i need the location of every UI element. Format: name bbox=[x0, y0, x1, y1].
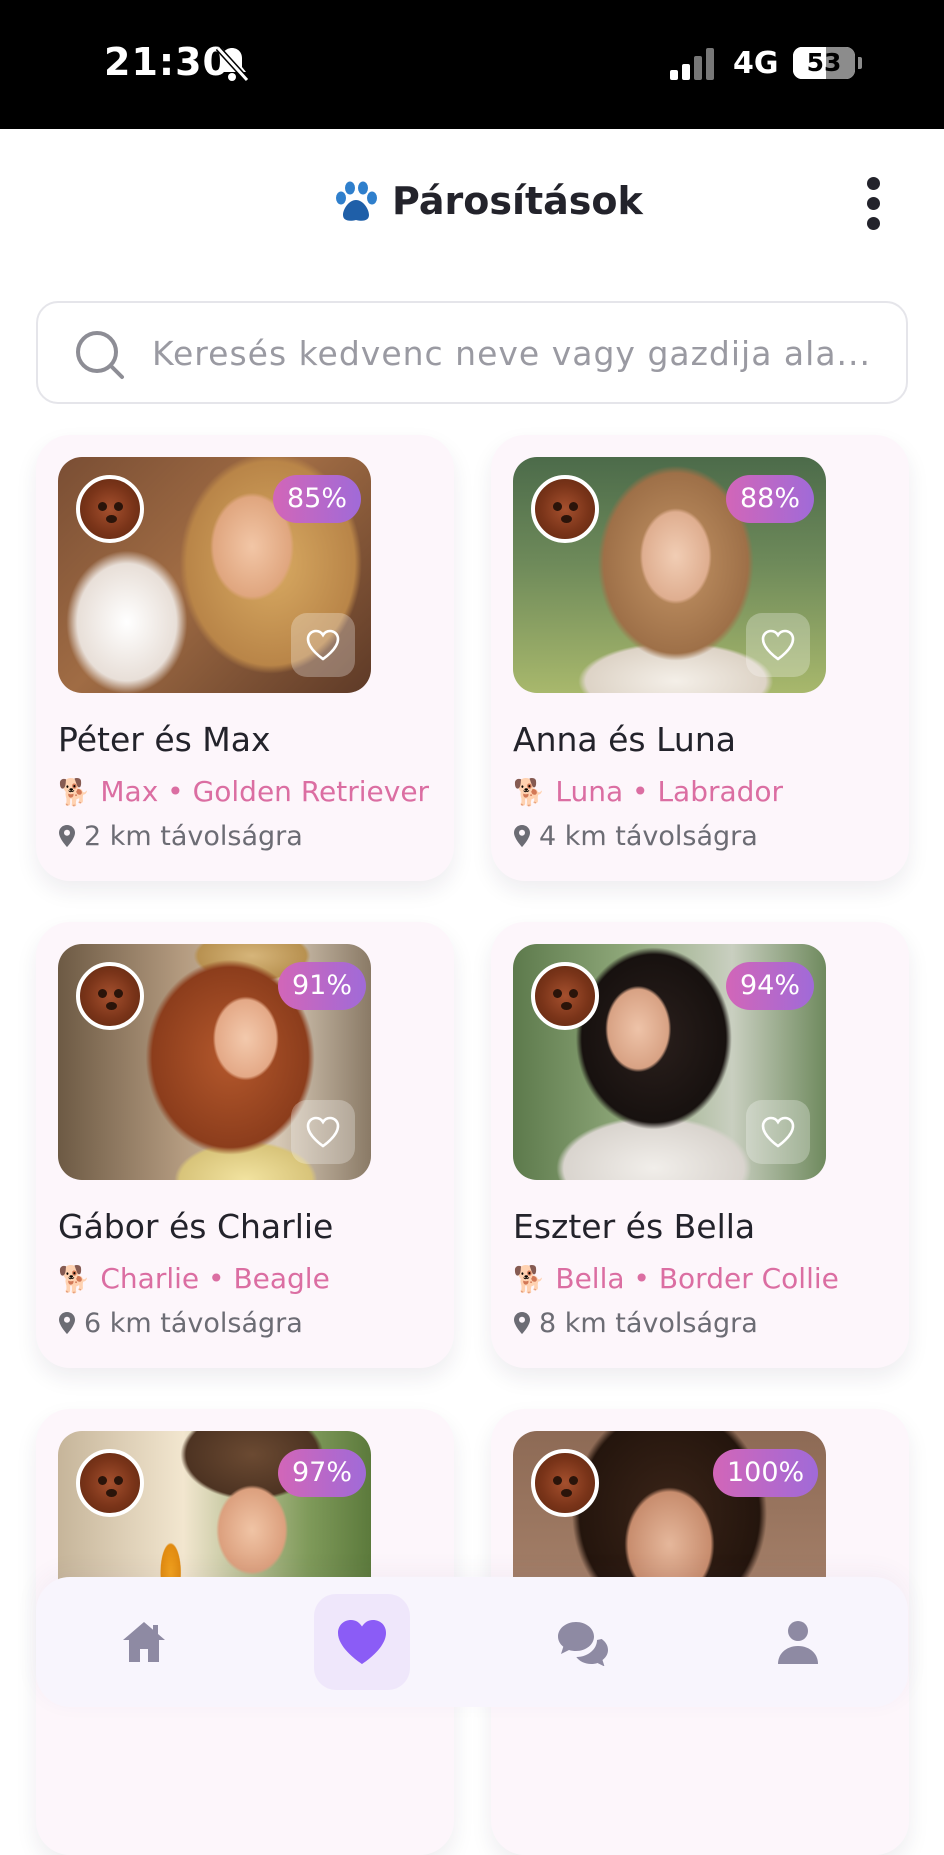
dog-icon: 🐕 bbox=[58, 778, 91, 808]
app-header: Párosítások bbox=[0, 129, 944, 279]
pet-info: 🐕 Luna • Labrador bbox=[513, 775, 783, 808]
owner-photo: 88% bbox=[513, 457, 826, 693]
pet-avatar bbox=[531, 475, 599, 543]
location-pin-icon bbox=[514, 825, 530, 847]
battery-icon: 53 bbox=[793, 47, 855, 79]
pet-avatar bbox=[76, 1449, 144, 1517]
owner-photo: 94% bbox=[513, 944, 826, 1180]
distance: 8 km távolságra bbox=[513, 1308, 758, 1339]
location-pin-icon bbox=[59, 1312, 75, 1334]
page-title: Párosítások bbox=[392, 179, 643, 223]
favorite-button[interactable] bbox=[291, 613, 355, 677]
pet-name-breed: Max • Golden Retriever bbox=[100, 775, 430, 808]
cellular-signal-icon bbox=[670, 46, 716, 80]
match-card[interactable]: 85% Péter és Max 🐕 Max • Golden Retriever… bbox=[36, 435, 454, 881]
search-bar[interactable] bbox=[36, 301, 908, 404]
match-name: Gábor és Charlie bbox=[58, 1207, 334, 1246]
heart-outline-icon bbox=[761, 629, 795, 661]
pet-info: 🐕 Bella • Border Collie bbox=[513, 1262, 839, 1295]
pet-avatar bbox=[76, 475, 144, 543]
profile-icon bbox=[778, 1621, 818, 1664]
nav-profile[interactable] bbox=[750, 1594, 846, 1690]
heart-outline-icon bbox=[306, 629, 340, 661]
nav-matches[interactable] bbox=[314, 1594, 410, 1690]
heart-outline-icon bbox=[761, 1116, 795, 1148]
battery-nub bbox=[858, 57, 862, 69]
dog-icon: 🐕 bbox=[58, 1265, 91, 1295]
status-bar: 21:30 4G 53 bbox=[0, 0, 944, 129]
pet-name-breed: Luna • Labrador bbox=[555, 775, 784, 808]
match-percentage-badge: 85% bbox=[273, 475, 362, 523]
distance: 2 km távolságra bbox=[58, 821, 303, 852]
match-percentage-badge: 94% bbox=[726, 962, 815, 1010]
pet-avatar bbox=[531, 1449, 599, 1517]
search-input[interactable] bbox=[152, 325, 892, 381]
battery-level: 53 bbox=[806, 48, 842, 77]
dog-icon: 🐕 bbox=[513, 1265, 546, 1295]
status-time: 21:30 bbox=[104, 40, 230, 84]
distance: 6 km távolságra bbox=[58, 1308, 303, 1339]
favorite-button[interactable] bbox=[746, 1100, 810, 1164]
owner-photo: 91% bbox=[58, 944, 371, 1180]
match-percentage-badge: 88% bbox=[726, 475, 815, 523]
favorite-button[interactable] bbox=[746, 613, 810, 677]
owner-photo: 85% bbox=[58, 457, 371, 693]
pet-name-breed: Charlie • Beagle bbox=[100, 1262, 330, 1295]
chat-icon bbox=[558, 1622, 608, 1666]
match-name: Péter és Max bbox=[58, 720, 271, 759]
dog-icon: 🐕 bbox=[513, 778, 546, 808]
bell-slash-icon bbox=[215, 45, 250, 83]
pet-name-breed: Bella • Border Collie bbox=[555, 1262, 839, 1295]
nav-messages[interactable] bbox=[532, 1594, 628, 1690]
home-icon bbox=[123, 1622, 165, 1662]
match-name: Eszter és Bella bbox=[513, 1207, 756, 1246]
match-card[interactable]: 94% Eszter és Bella 🐕 Bella • Border Coll… bbox=[491, 922, 909, 1368]
pet-info: 🐕 Charlie • Beagle bbox=[58, 1262, 330, 1295]
paw-icon bbox=[336, 181, 377, 221]
distance: 4 km távolságra bbox=[513, 821, 758, 852]
distance-text: 6 km távolságra bbox=[84, 1308, 303, 1339]
location-pin-icon bbox=[514, 1312, 530, 1334]
search-icon bbox=[76, 331, 124, 379]
match-percentage-badge: 91% bbox=[278, 962, 367, 1010]
match-card[interactable]: 88% Anna és Luna 🐕 Luna • Labrador 4 km t… bbox=[491, 435, 909, 881]
network-type: 4G bbox=[733, 46, 779, 81]
match-name: Anna és Luna bbox=[513, 720, 736, 759]
heart-icon bbox=[338, 1620, 386, 1664]
bottom-navigation bbox=[36, 1577, 908, 1707]
nav-home[interactable] bbox=[96, 1594, 192, 1690]
match-percentage-badge: 97% bbox=[278, 1449, 367, 1497]
match-percentage-badge: 100% bbox=[713, 1449, 819, 1497]
favorite-button[interactable] bbox=[291, 1100, 355, 1164]
match-card[interactable]: 91% Gábor és Charlie 🐕 Charlie • Beagle 6… bbox=[36, 922, 454, 1368]
distance-text: 4 km távolságra bbox=[539, 821, 758, 852]
distance-text: 8 km távolságra bbox=[539, 1308, 758, 1339]
pet-avatar bbox=[531, 962, 599, 1030]
pet-info: 🐕 Max • Golden Retriever bbox=[58, 775, 429, 808]
distance-text: 2 km távolságra bbox=[84, 821, 303, 852]
more-vertical-icon[interactable] bbox=[858, 173, 890, 233]
pet-avatar bbox=[76, 962, 144, 1030]
heart-outline-icon bbox=[306, 1116, 340, 1148]
location-pin-icon bbox=[59, 825, 75, 847]
